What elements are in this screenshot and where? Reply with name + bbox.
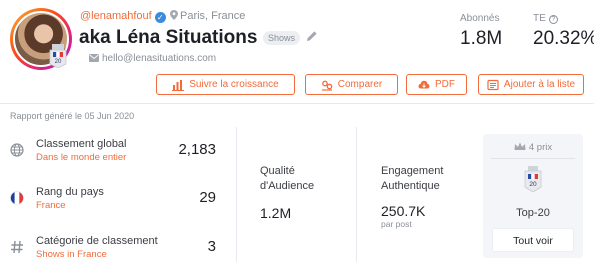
engagement-label-line1: Engagement bbox=[381, 165, 444, 177]
mail-icon bbox=[89, 54, 99, 62]
awards-card: 4 prix 20 Top-20 Tout voir bbox=[483, 134, 583, 258]
view-all-awards-button[interactable]: Tout voir bbox=[492, 228, 574, 252]
growth-button[interactable]: Suivre la croissance bbox=[156, 74, 295, 95]
engagement-value: 250.7K bbox=[381, 203, 426, 219]
engagement-label: Engagement Authentique bbox=[381, 164, 443, 194]
location-pin-icon bbox=[170, 10, 178, 20]
help-icon[interactable]: ? bbox=[548, 15, 558, 24]
crown-icon bbox=[514, 142, 526, 150]
er-label: TE bbox=[533, 13, 546, 24]
ranking-category: Catégorie de classement Shows in France … bbox=[10, 235, 216, 262]
add-to-list-label: Ajouter à la liste bbox=[503, 79, 576, 90]
award-badge-icon: 20 bbox=[524, 166, 542, 192]
profile-location: Paris, France bbox=[170, 10, 245, 22]
list-icon bbox=[487, 79, 499, 90]
pdf-label: PDF bbox=[435, 79, 455, 90]
followers-label: Abonnés bbox=[460, 13, 500, 24]
cloud-download-icon bbox=[418, 80, 430, 88]
profile-name: aka Léna Situations bbox=[79, 27, 258, 48]
verified-icon: ✓ bbox=[154, 12, 166, 23]
ranking-subtitle: Dans le monde entier bbox=[36, 152, 127, 163]
email-text: hello@lenasituations.com bbox=[102, 53, 217, 64]
column-divider bbox=[236, 127, 237, 262]
ranking-country: Rang du pays France 29 bbox=[10, 186, 216, 226]
ranking-title: Catégorie de classement bbox=[36, 235, 158, 247]
audience-quality-label-line1: Qualité bbox=[260, 165, 295, 177]
ranking-subtitle: Shows in France bbox=[36, 249, 107, 260]
location-text: Paris, France bbox=[180, 10, 246, 22]
ranking-title: Rang du pays bbox=[36, 186, 104, 198]
awards-divider bbox=[491, 158, 575, 159]
profile-email[interactable]: hello@lenasituations.com bbox=[89, 53, 216, 64]
bar-chart-icon bbox=[172, 79, 185, 91]
audience-quality-value: 1.2M bbox=[260, 205, 292, 221]
avatar-badge-number: 20 bbox=[55, 59, 62, 65]
ranking-value: 29 bbox=[199, 189, 216, 206]
engagement-label-line2: Authentique bbox=[381, 180, 440, 192]
report-date: Rapport généré le 05 Jun 2020 bbox=[10, 111, 135, 121]
france-flag-icon bbox=[10, 191, 24, 205]
pdf-button[interactable]: PDF bbox=[406, 74, 467, 95]
ranking-value: 2,183 bbox=[178, 141, 216, 158]
ranking-subtitle: France bbox=[36, 200, 66, 211]
column-divider bbox=[356, 127, 357, 262]
award-badge-number: 20 bbox=[529, 181, 537, 188]
compare-button[interactable]: Comparer bbox=[305, 74, 398, 95]
er-value: 20.32% bbox=[533, 28, 594, 49]
ranking-global: Classement global Dans le monde entier 2… bbox=[10, 138, 216, 178]
awards-count: 4 prix bbox=[483, 142, 583, 153]
engagement-sub: par post bbox=[381, 219, 412, 229]
profile-handle[interactable]: @lenamahfouf ✓ bbox=[80, 10, 166, 23]
audience-quality-label-line2: d'Audience bbox=[260, 180, 315, 192]
er-label-wrap: TE? bbox=[533, 13, 558, 24]
section-divider bbox=[0, 103, 594, 104]
hashtag-icon bbox=[11, 240, 23, 254]
awards-count-text: 4 prix bbox=[528, 142, 553, 153]
compare-label: Comparer bbox=[337, 79, 383, 90]
ranking-title: Classement global bbox=[36, 138, 127, 150]
followers-value: 1.8M bbox=[460, 28, 503, 49]
award-label: Top-20 bbox=[516, 207, 550, 219]
compare-icon bbox=[321, 80, 333, 91]
pencil-icon[interactable] bbox=[306, 30, 318, 42]
category-badge: Shows bbox=[263, 31, 301, 45]
rank-badge-icon: 20 bbox=[49, 44, 67, 68]
globe-icon bbox=[10, 143, 24, 157]
handle-text: @lenamahfouf bbox=[80, 10, 152, 22]
growth-label: Suivre la croissance bbox=[189, 79, 279, 90]
ranking-value: 3 bbox=[207, 238, 216, 255]
audience-quality-label: Qualité d'Audience bbox=[260, 164, 314, 194]
add-to-list-button[interactable]: Ajouter à la liste bbox=[478, 74, 584, 95]
